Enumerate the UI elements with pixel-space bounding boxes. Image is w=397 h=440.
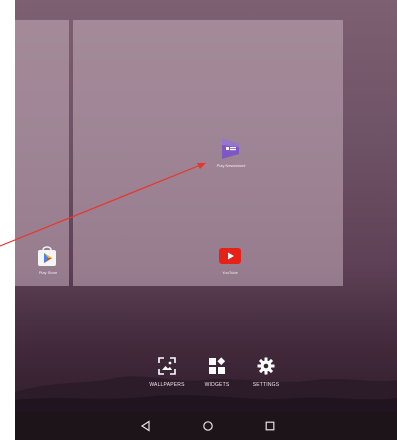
home-screen-overview: Play Newsstand Play Store YouTube WALLPA… bbox=[15, 0, 397, 440]
widgets-label: WIDGETS bbox=[204, 382, 230, 388]
recents-square-icon[interactable] bbox=[263, 419, 277, 433]
navigation-bar bbox=[15, 412, 397, 440]
wallpaper-icon bbox=[158, 357, 176, 375]
home-page-preview-current[interactable] bbox=[73, 20, 343, 286]
play-newsstand-app[interactable] bbox=[219, 137, 243, 161]
youtube-label: YouTube bbox=[222, 270, 238, 275]
gear-icon bbox=[257, 357, 275, 375]
youtube-app[interactable] bbox=[218, 244, 242, 268]
settings-button[interactable]: SETTINGS bbox=[241, 357, 291, 393]
back-triangle-icon[interactable] bbox=[139, 419, 153, 433]
wallpapers-label: WALLPAPERS bbox=[149, 382, 185, 388]
play-newsstand-label: Play Newsstand bbox=[216, 163, 246, 168]
play-store-icon bbox=[38, 246, 56, 266]
play-store-label: Play Store bbox=[38, 270, 58, 275]
play-store-app[interactable] bbox=[36, 244, 60, 268]
settings-label: SETTINGS bbox=[252, 382, 280, 388]
youtube-icon bbox=[219, 248, 241, 264]
wallpapers-button[interactable]: WALLPAPERS bbox=[142, 357, 192, 393]
home-circle-icon[interactable] bbox=[201, 419, 215, 433]
widgets-button[interactable]: WIDGETS bbox=[192, 357, 242, 393]
widgets-icon bbox=[209, 357, 226, 374]
play-newsstand-icon bbox=[222, 139, 239, 159]
